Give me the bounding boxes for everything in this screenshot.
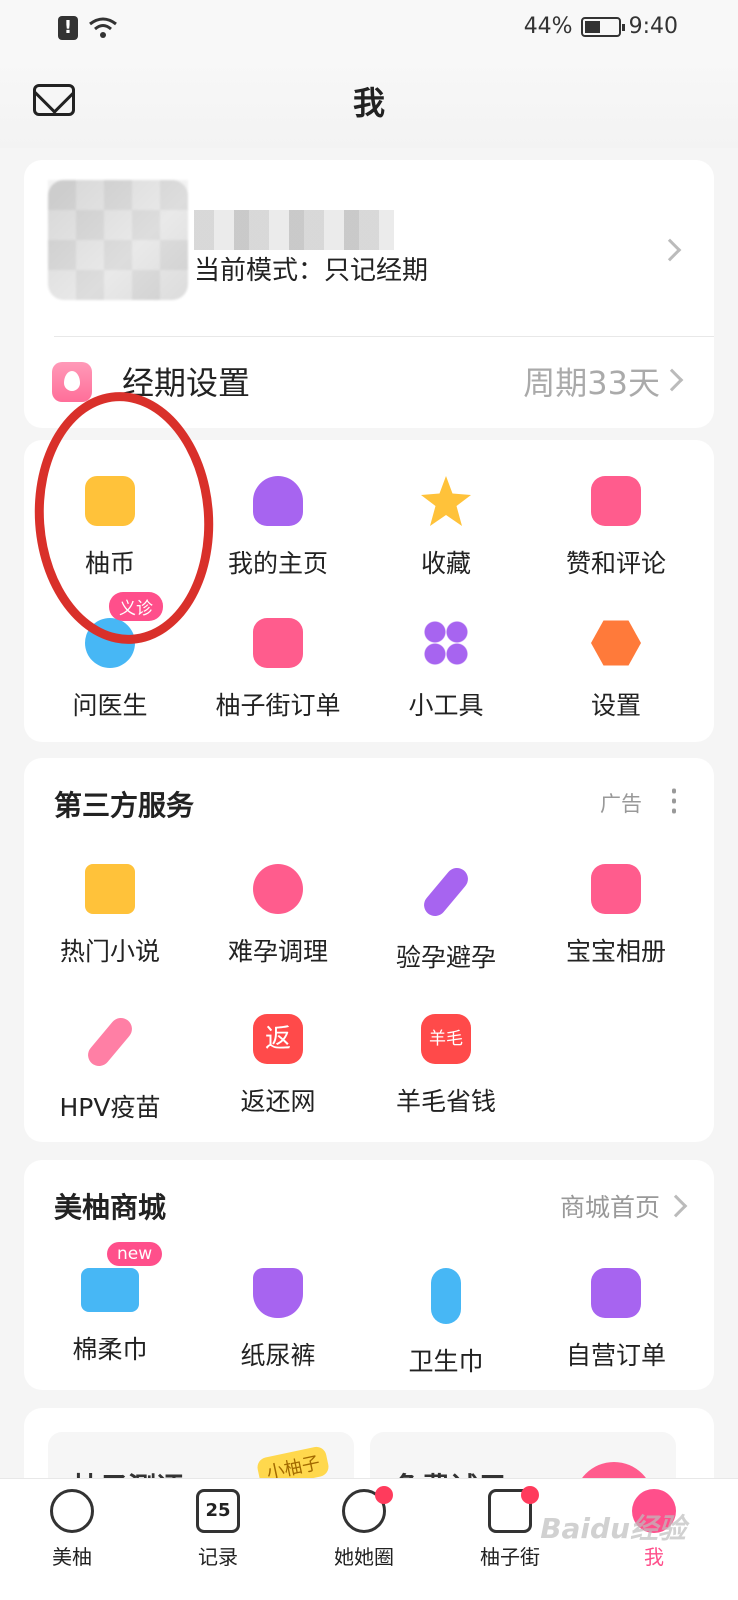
battery-percent: 44% (523, 14, 573, 39)
mall-item-sanitary-pads[interactable]: 卫生巾 (360, 1268, 532, 1378)
status-left: ! (58, 16, 118, 40)
period-calendar-icon (52, 362, 92, 402)
service-item-savings[interactable]: 羊毛 羊毛省钱 (360, 1014, 532, 1118)
username-blurred (194, 210, 394, 250)
mall-item-label: 纸尿裤 (240, 1341, 316, 1370)
mall-item-cotton-towel[interactable]: new 棉柔巾 (24, 1242, 196, 1366)
service-item-pregnancy-test[interactable]: 验孕避孕 (360, 863, 532, 974)
mode-text: 当前模式：只记经期 (194, 256, 429, 286)
section-title: 美柚商城 (54, 1191, 167, 1224)
order-icon (253, 618, 303, 668)
ad-label: 广告 (600, 792, 642, 816)
mall-card: 美柚商城 商城首页 new 棉柔巾 纸尿裤 卫生巾 自营订单 (24, 1160, 714, 1390)
savings-icon: 羊毛 (421, 1014, 471, 1064)
book-icon (85, 864, 135, 914)
service-item-label: 热门小说 (59, 937, 160, 966)
pad-icon (431, 1268, 461, 1324)
menu-item-label: 问医生 (72, 691, 148, 720)
diaper-icon (253, 1268, 303, 1318)
menu-item-homepage[interactable]: 我的主页 (192, 476, 364, 580)
menu-item-tools[interactable]: 小工具 (360, 618, 532, 722)
community-icon (342, 1486, 393, 1533)
tab-label: 记录 (198, 1545, 238, 1569)
service-item-label: 宝宝相册 (565, 937, 666, 966)
mall-item-self-orders[interactable]: 自营订单 (530, 1268, 702, 1372)
heart-bag-icon (253, 864, 303, 914)
page-header: 我 (0, 58, 738, 148)
menu-item-label: 柚子街订单 (215, 691, 341, 720)
mall-item-label: 自营订单 (565, 1341, 666, 1370)
thumbs-up-icon (591, 476, 641, 526)
shop-bag-icon (488, 1486, 539, 1533)
mall-item-label: 卫生巾 (408, 1347, 484, 1376)
chevron-right-icon (664, 1194, 688, 1218)
tools-icon (421, 618, 471, 668)
menu-item-label: 赞和评论 (565, 549, 666, 578)
service-item-baby-album[interactable]: 宝宝相册 (530, 864, 702, 968)
page-title: 我 (352, 84, 385, 122)
tab-meiyou[interactable]: 美柚 (12, 1489, 132, 1570)
cotton-towel-icon: new (81, 1242, 163, 1312)
self-order-icon (591, 1268, 641, 1318)
tab-community[interactable]: 她她圈 (304, 1486, 424, 1570)
service-item-hpv-vaccine[interactable]: HPV疫苗 (24, 1013, 196, 1124)
test-strip-icon (419, 863, 473, 921)
cycle-length-value: 周期33天 (523, 364, 660, 402)
calendar-icon: 25 (196, 1489, 240, 1533)
menu-item-label: 小工具 (408, 691, 484, 720)
avatar[interactable] (48, 180, 188, 300)
mall-item-diapers[interactable]: 纸尿裤 (192, 1268, 364, 1372)
tab-label: 美柚 (52, 1545, 92, 1569)
service-item-cashback[interactable]: 返 返还网 (192, 1014, 364, 1118)
service-item-label: 验孕避孕 (395, 943, 496, 972)
more-icon[interactable] (672, 786, 676, 814)
settings-icon (591, 620, 641, 666)
notification-dot (375, 1486, 393, 1504)
service-item-novels[interactable]: 热门小说 (24, 864, 196, 968)
menu-item-orders[interactable]: 柚子街订单 (192, 618, 364, 722)
meiyou-icon (50, 1489, 94, 1533)
mall-home-link[interactable]: 商城首页 (560, 1188, 660, 1224)
menu-item-label: 我的主页 (227, 549, 328, 578)
alert-icon: ! (58, 16, 78, 40)
status-right: 44% 9:40 (524, 14, 678, 39)
service-item-label: 返还网 (240, 1087, 316, 1116)
mall-item-label: 棉柔巾 (72, 1335, 148, 1364)
section-title: 第三方服务 (54, 789, 195, 822)
watermark: Baidu经验 (540, 1512, 686, 1545)
service-item-label: 羊毛省钱 (395, 1087, 496, 1116)
star-icon (421, 476, 471, 526)
clock: 9:40 (628, 14, 678, 39)
vaccine-icon (83, 1013, 137, 1071)
service-item-label: HPV疫苗 (59, 1093, 161, 1122)
menu-item-label: 设置 (590, 691, 641, 720)
chevron-right-icon[interactable] (658, 238, 682, 262)
tab-label: 她她圈 (334, 1545, 394, 1569)
status-bar: ! 44% 9:40 (0, 0, 738, 58)
profile-card: 当前模式：只记经期 经期设置 周期33天 (24, 160, 714, 428)
user-icon (253, 476, 303, 526)
menu-item-likes-comments[interactable]: 赞和评论 (530, 476, 702, 580)
cashback-icon: 返 (253, 1014, 303, 1064)
chevron-right-icon (660, 368, 684, 392)
service-item-label: 难孕调理 (227, 937, 328, 966)
notification-dot (521, 1486, 539, 1504)
new-badge: new (107, 1242, 163, 1266)
wifi-icon (89, 17, 117, 38)
menu-item-favorites[interactable]: 收藏 (360, 476, 532, 580)
tab-record[interactable]: 25 记录 (158, 1489, 278, 1570)
bottom-tab-bar: 美柚 25 记录 她她圈 柚子街 我 Baidu经验 (0, 1478, 738, 1600)
service-item-fertility[interactable]: 难孕调理 (192, 864, 364, 968)
battery-icon (580, 16, 625, 37)
menu-item-label: 收藏 (420, 549, 471, 578)
baby-album-icon (591, 864, 641, 914)
third-party-services-card: 第三方服务 广告 热门小说 难孕调理 验孕避孕 宝宝相册 HPV疫苗 返 返还网… (24, 758, 714, 1142)
menu-item-settings[interactable]: 设置 (530, 618, 702, 722)
